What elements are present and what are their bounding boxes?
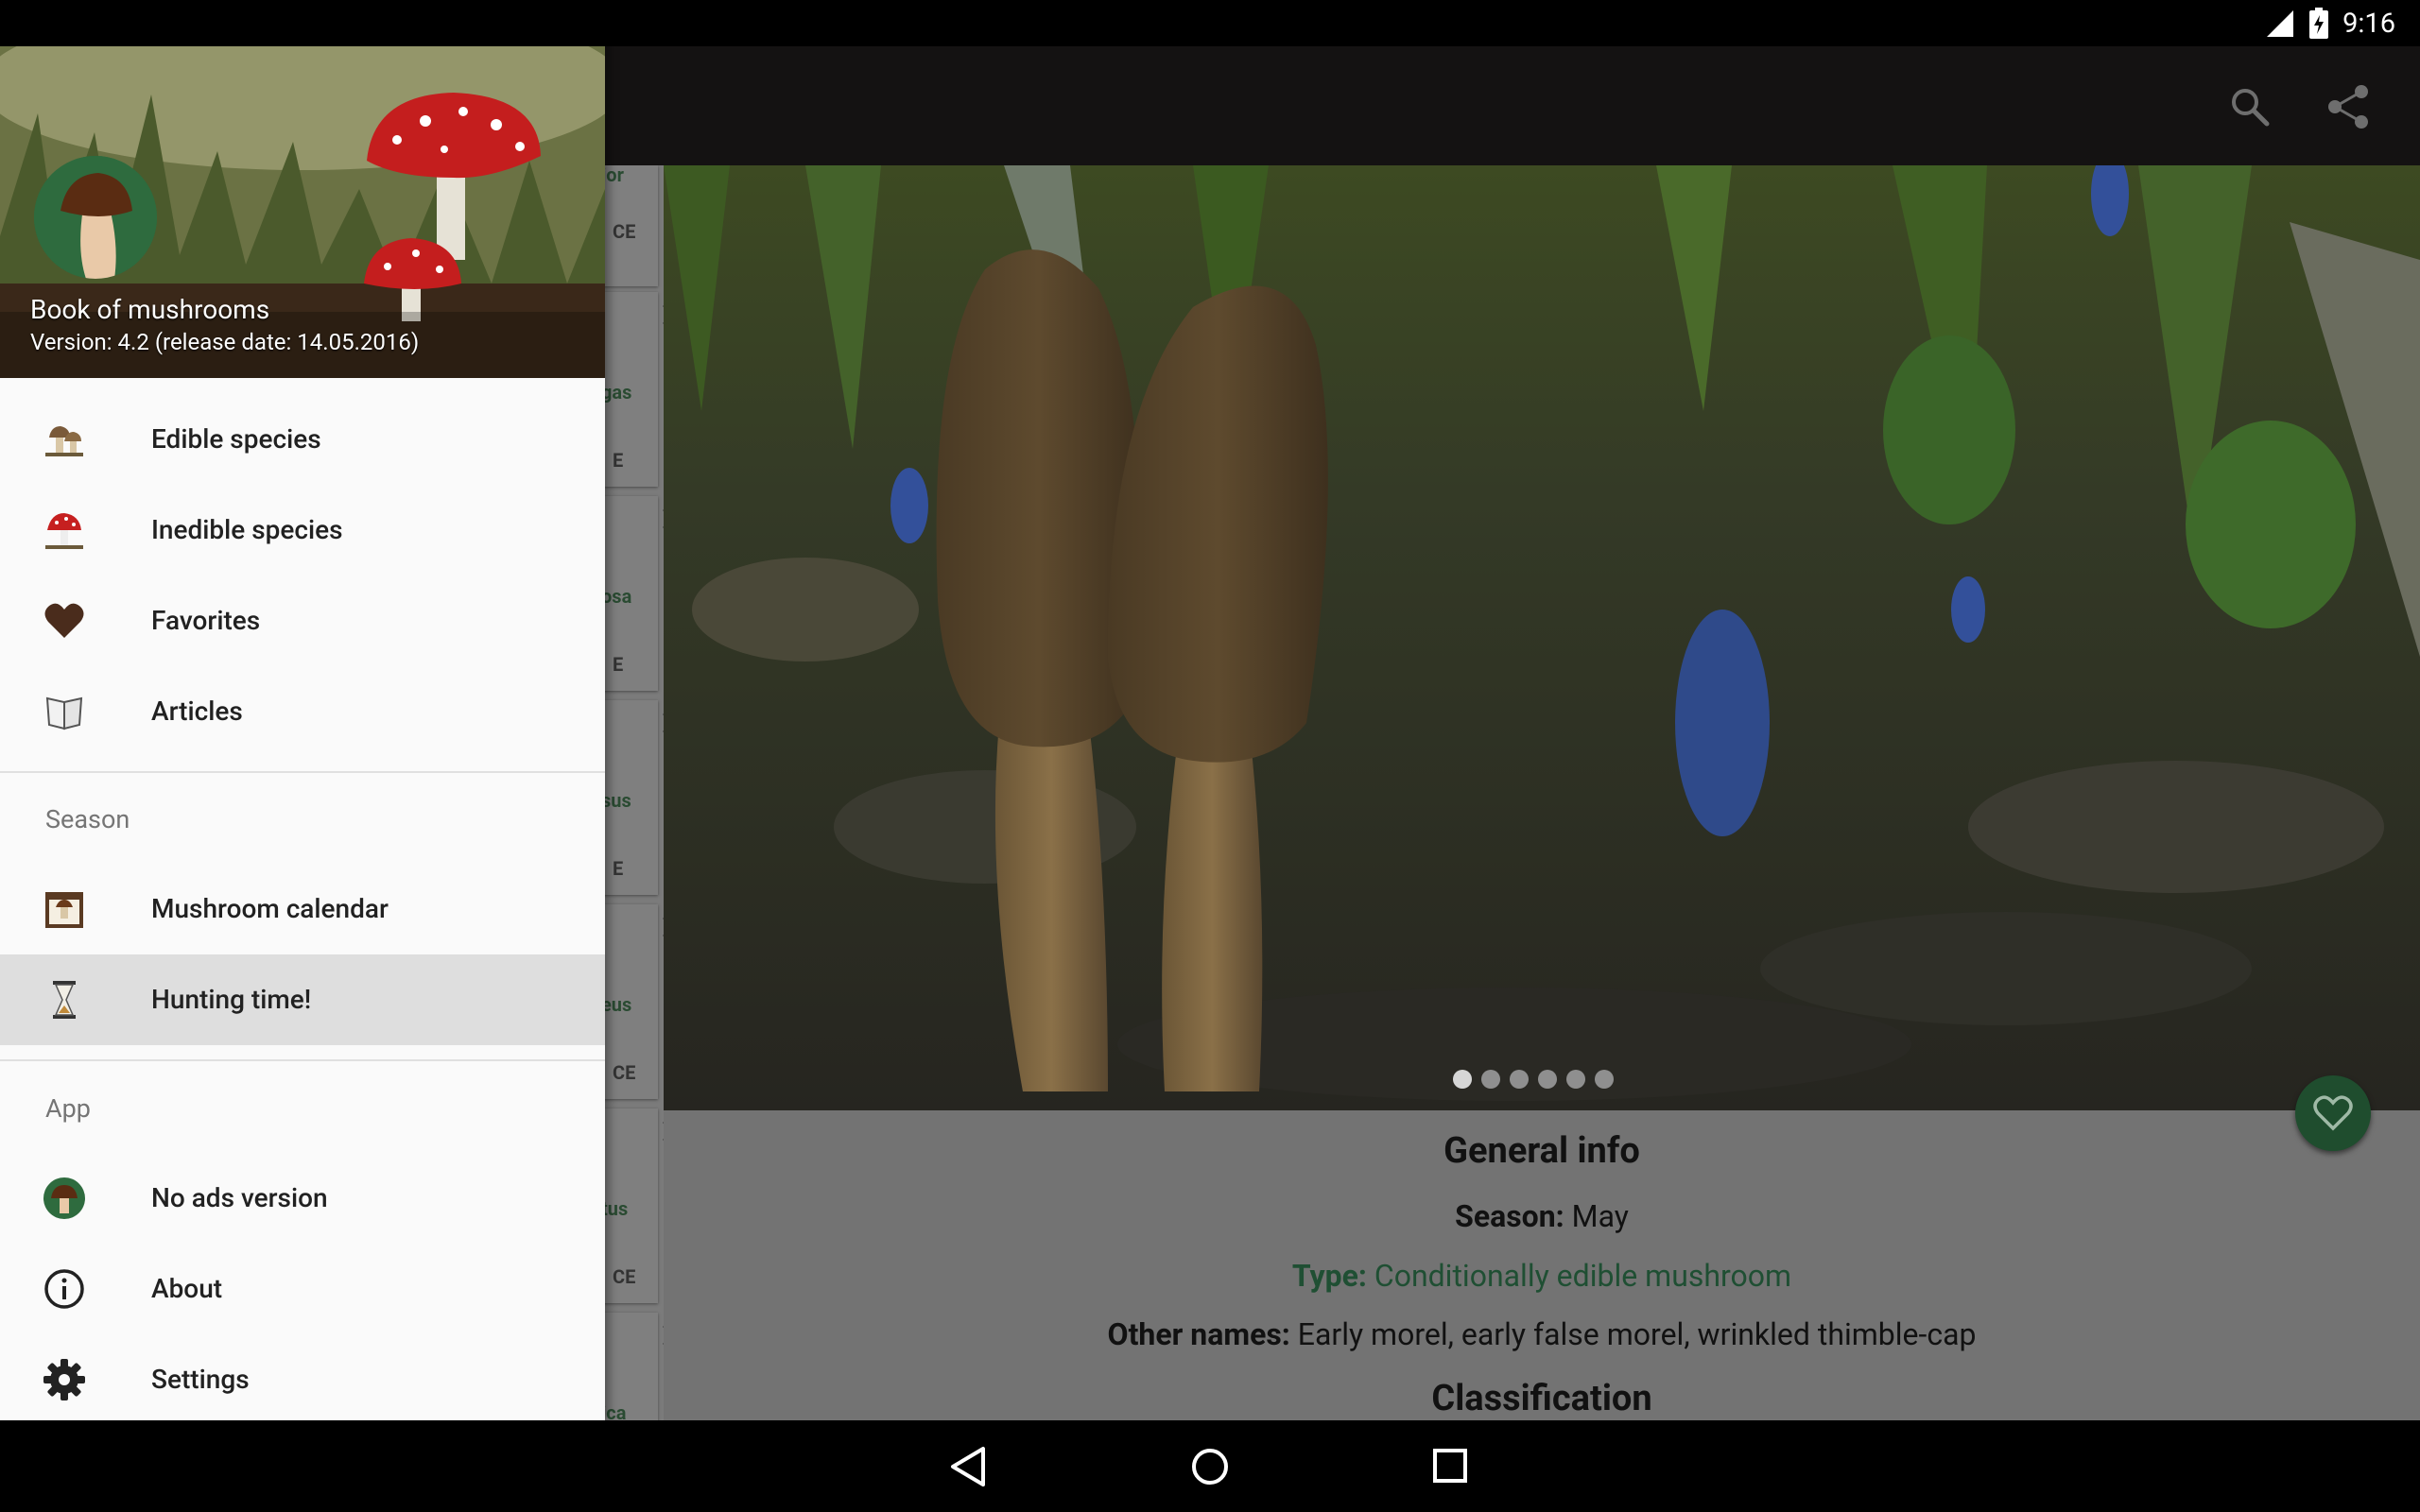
pager-dot[interactable] bbox=[1481, 1070, 1500, 1089]
other-names-label: Other names: bbox=[1107, 1316, 1290, 1352]
drawer-header: Book of mushrooms Version: 4.2 (release … bbox=[0, 0, 605, 378]
drawer-item-mushroom-calendar[interactable]: Mushroom calendar bbox=[0, 864, 605, 954]
list-item[interactable]: tus CE bbox=[601, 1108, 664, 1303]
pager-dot[interactable] bbox=[1595, 1070, 1614, 1089]
edible-mushrooms-icon bbox=[45, 426, 83, 456]
other-names-line: Other names: Early morel, early false mo… bbox=[664, 1316, 2420, 1352]
search-icon[interactable] bbox=[2225, 82, 2274, 131]
general-info-heading: General info bbox=[1443, 1130, 1640, 1172]
book-icon bbox=[45, 696, 83, 730]
app-version: Version: 4.2 (release date: 14.05.2016) bbox=[30, 329, 420, 355]
list-item[interactable]: eus CE bbox=[601, 904, 664, 1099]
season-value: May bbox=[1571, 1198, 1629, 1234]
list-item[interactable]: ior CE bbox=[601, 165, 658, 286]
mushroom-badge-icon bbox=[43, 1177, 85, 1219]
status-bar: 9:16 bbox=[0, 0, 2420, 46]
mushroom-avatar-icon bbox=[34, 156, 157, 279]
drawer-divider bbox=[0, 771, 605, 773]
gear-icon bbox=[43, 1359, 85, 1400]
drawer-item-edible-species[interactable]: Edible species bbox=[0, 394, 605, 485]
pager-dot[interactable] bbox=[1510, 1070, 1529, 1089]
other-names-value: Early morel, early false morel, wrinkled… bbox=[1297, 1316, 1977, 1352]
home-icon[interactable] bbox=[1186, 1443, 1234, 1490]
season-line: Season: May bbox=[664, 1198, 2420, 1234]
signal-icon bbox=[2267, 10, 2294, 37]
app-section-title: App bbox=[45, 1093, 91, 1124]
drawer-item-articles[interactable]: Articles bbox=[0, 666, 605, 757]
list-item[interactable]: osa E bbox=[601, 496, 664, 691]
navigation-bar bbox=[0, 1420, 2420, 1512]
list-item[interactable]: ica bbox=[601, 1313, 664, 1420]
battery-charging-icon bbox=[2309, 8, 2329, 39]
pager-dot[interactable] bbox=[1538, 1070, 1557, 1089]
heart-outline-icon bbox=[2313, 1095, 2353, 1131]
type-label: Type: bbox=[1291, 1258, 1367, 1294]
drawer-item-no-ads[interactable]: No ads version bbox=[0, 1153, 605, 1244]
status-time: 9:16 bbox=[2342, 8, 2395, 40]
app-title: Book of mushrooms bbox=[30, 294, 270, 325]
general-info-panel: General info Season: May Type: Condition… bbox=[664, 1110, 2420, 1420]
pager-dot[interactable] bbox=[1453, 1070, 1472, 1089]
mushroom-photo[interactable] bbox=[664, 165, 2420, 1110]
app-avatar[interactable] bbox=[34, 156, 157, 279]
list-item[interactable]: gas E bbox=[601, 292, 664, 487]
drawer-item-inedible-species[interactable]: Inedible species bbox=[0, 485, 605, 576]
list-item[interactable]: sus E bbox=[601, 700, 664, 895]
season-label: Season: bbox=[1455, 1198, 1564, 1234]
info-icon bbox=[44, 1269, 84, 1309]
drawer-item-favorites[interactable]: Favorites bbox=[0, 576, 605, 666]
back-icon[interactable] bbox=[945, 1443, 993, 1490]
morel-photo-illustration bbox=[664, 165, 2420, 1110]
pager-dot[interactable] bbox=[1566, 1070, 1585, 1089]
type-line: Type: Conditionally edible mushroom bbox=[664, 1258, 2420, 1294]
drawer-item-settings[interactable]: Settings bbox=[0, 1334, 605, 1425]
season-section-title: Season bbox=[45, 804, 130, 834]
hourglass-icon bbox=[53, 981, 76, 1019]
inedible-mushroom-icon bbox=[45, 513, 83, 549]
share-icon[interactable] bbox=[2324, 82, 2373, 131]
drawer-item-about[interactable]: About bbox=[0, 1244, 605, 1334]
gallery-pager bbox=[1453, 1070, 1614, 1089]
drawer-item-hunting-time[interactable]: Hunting time! bbox=[0, 954, 605, 1045]
classification-heading: Classification bbox=[1431, 1378, 1652, 1419]
type-value: Conditionally edible mushroom bbox=[1374, 1258, 1792, 1294]
heart-icon bbox=[44, 603, 84, 638]
drawer-divider bbox=[0, 1059, 605, 1061]
navigation-drawer: Book of mushrooms Version: 4.2 (release … bbox=[0, 0, 605, 1420]
calendar-icon bbox=[45, 892, 83, 928]
recents-icon[interactable] bbox=[1427, 1443, 1475, 1490]
favorite-button[interactable] bbox=[2295, 1075, 2371, 1151]
